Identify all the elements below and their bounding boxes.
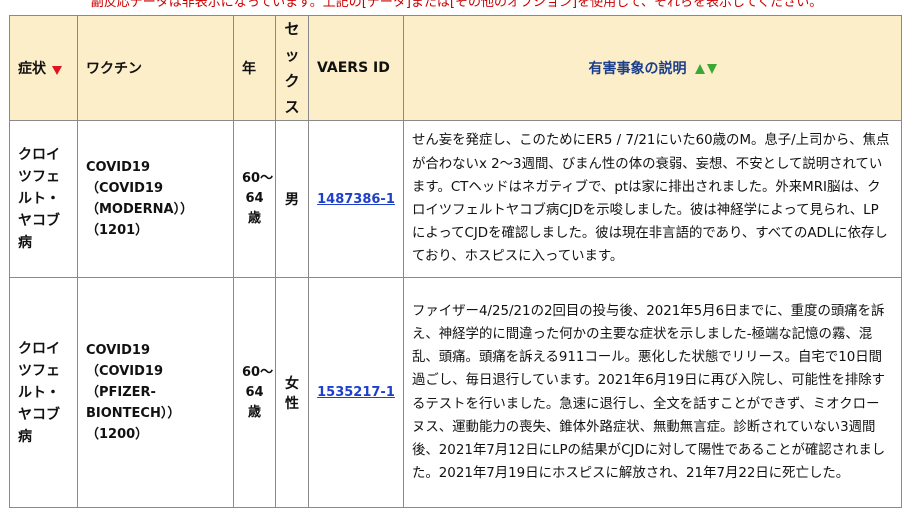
table-row: クロイ ツフェ ルト・ ヤコブ 病 COVID19（COVID19 （MODER…: [9, 120, 902, 278]
column-header-description-label: 有害事象の説明: [588, 61, 687, 77]
cell-symptom: クロイ ツフェ ルト・ ヤコブ 病: [9, 120, 78, 278]
vaers-results-table-wrapper: 症状 ワクチン 年 セ ッ ク ス VAERS ID 有害事象の説明 クロイ ツ…: [9, 15, 902, 508]
cell-sex: 女 性: [275, 277, 309, 508]
cell-vaccine: COVID19（COVID19 （MODERNA）） （1201）: [77, 120, 234, 278]
column-header-description[interactable]: 有害事象の説明: [403, 15, 902, 121]
sort-up-arrow-icon[interactable]: [694, 64, 705, 74]
cell-vaccine: COVID19（COVID19 （PFIZER- BIONTECH）） （120…: [77, 277, 234, 508]
column-header-sex-label: セ ッ ク ス: [284, 20, 300, 116]
column-header-vaers-id: VAERS ID: [308, 15, 404, 121]
vaers-id-link[interactable]: 1535217-1: [317, 385, 395, 400]
cell-age: 60〜 64歳: [233, 120, 276, 278]
cell-sex: 男: [275, 120, 309, 278]
cell-description: ファイザー4/25/21の2回目の投与後、2021年5月6日までに、重度の頭痛を…: [403, 277, 902, 508]
column-header-vaccine: ワクチン: [77, 15, 234, 121]
vaers-results-table: 症状 ワクチン 年 セ ッ ク ス VAERS ID 有害事象の説明 クロイ ツ…: [9, 15, 902, 508]
vaers-id-link[interactable]: 1487386-1: [317, 192, 395, 207]
column-header-symptom-label: 症状: [18, 61, 46, 77]
cell-symptom: クロイ ツフェ ルト・ ヤコブ 病: [9, 277, 78, 508]
table-header-row: 症状 ワクチン 年 セ ッ ク ス VAERS ID 有害事象の説明: [9, 15, 902, 121]
column-header-symptom[interactable]: 症状: [9, 15, 78, 121]
column-header-sex: セ ッ ク ス: [275, 15, 309, 121]
sort-down-arrow-icon[interactable]: [706, 64, 717, 74]
hidden-data-note: 副反応データは非表示になっています。上記の[データ]または[その他のオプション]…: [90, 0, 823, 9]
column-header-year: 年: [233, 15, 276, 121]
cell-vaers-id: 1487386-1: [308, 120, 404, 278]
table-row: クロイ ツフェ ルト・ ヤコブ 病 COVID19（COVID19 （PFIZE…: [9, 277, 902, 508]
sort-down-arrow-icon[interactable]: [52, 65, 62, 75]
cell-age: 60〜 64歳: [233, 277, 276, 508]
cell-description: せん妄を発症し、このためにER5 / 7/21にいた60歳のM。息子/上司から、…: [403, 120, 902, 278]
cell-vaers-id: 1535217-1: [308, 277, 404, 508]
